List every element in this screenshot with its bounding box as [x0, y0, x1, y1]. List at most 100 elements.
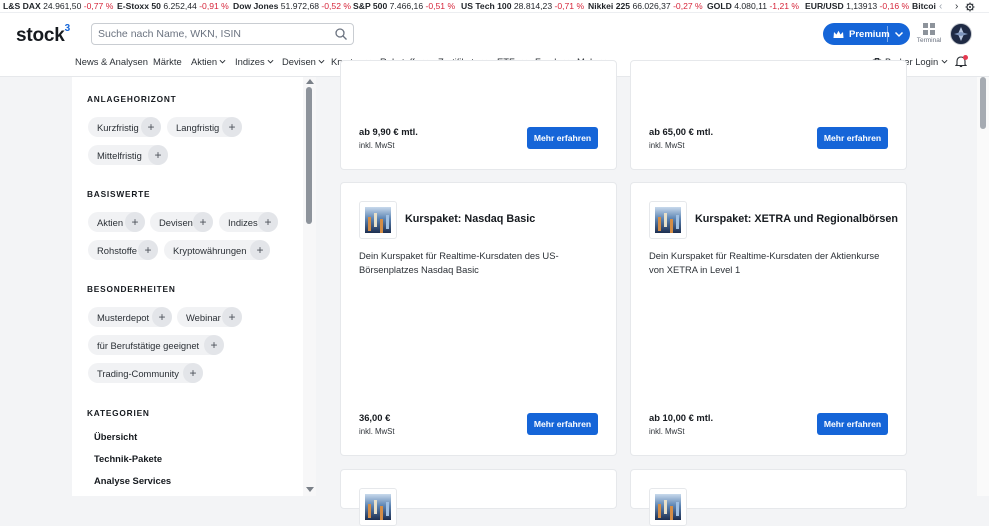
terminal-button[interactable]: Terminal [915, 23, 943, 44]
category-link-uebersicht[interactable]: Übersicht [94, 431, 137, 442]
plus-icon[interactable]: + [141, 117, 161, 137]
mehr-erfahren-button[interactable]: Mehr erfahren [527, 413, 598, 435]
chip-label: Langfristig [176, 121, 220, 133]
product-card-nasdaq: Kurspaket: Nasdaq Basic Dein Kurspaket f… [340, 182, 617, 456]
nav-label: Märkte [153, 56, 182, 67]
card-title[interactable]: Kurspaket: Nasdaq Basic [405, 213, 535, 225]
ticker-change: -0,16 % [879, 1, 910, 11]
plus-icon[interactable]: + [152, 307, 172, 327]
filter-chip-berufstaetige[interactable]: für Berufstätige geeignet + [88, 335, 224, 355]
nav-label: Aktien [191, 56, 218, 67]
ticker-item[interactable]: Nikkei 225 66.026,37 -0,27 % [588, 0, 703, 12]
ticker-value: 1,13913 [846, 1, 878, 11]
plus-icon[interactable]: + [148, 145, 168, 165]
scroll-up-icon[interactable] [306, 79, 314, 84]
filter-chip-musterdepot[interactable]: Musterdepot + [88, 307, 172, 327]
mehr-erfahren-button[interactable]: Mehr erfahren [527, 127, 598, 149]
ticker-item[interactable]: GOLD 4.080,11 -1,21 % [707, 0, 799, 12]
logo[interactable]: stock3 [16, 23, 70, 47]
nav-item-indizes[interactable]: Indizes [235, 56, 274, 67]
section-title-kategorien: KATEGORIEN [87, 408, 150, 418]
sidebar-scrollbar[interactable] [303, 77, 316, 496]
filter-chip-kryptowaehrungen[interactable]: Kryptowährungen + [164, 240, 270, 260]
ticker-name: Nikkei 225 [588, 1, 631, 11]
mehr-erfahren-button[interactable]: Mehr erfahren [817, 127, 888, 149]
avatar[interactable] [950, 23, 972, 45]
chevron-down-icon [219, 59, 226, 64]
chip-label: Kurzfristig [97, 121, 139, 133]
nav-item-devisen[interactable]: Devisen [282, 56, 325, 67]
product-thumbnail [359, 201, 397, 239]
chip-label: Indizes [228, 216, 258, 228]
notification-button[interactable] [954, 55, 968, 68]
product-card-xetra: Kurspaket: XETRA und Regionalbörsen Dein… [630, 182, 907, 456]
chip-label: Trading-Community [97, 367, 179, 379]
ticker-item[interactable]: S&P 500 7.466,16 -0,51 % [353, 0, 455, 12]
scroll-down-icon[interactable] [306, 487, 314, 492]
card-description: Dein Kurspaket für Realtime-Kursdaten de… [359, 250, 559, 275]
chip-label: Rohstoffe [97, 244, 137, 256]
nav-item-aktien[interactable]: Aktien [191, 56, 226, 67]
filter-chip-rohstoffe[interactable]: Rohstoffe + [88, 240, 158, 260]
search-box [91, 23, 354, 45]
section-title-anlagehorizont: ANLAGEHORIZONT [87, 94, 177, 104]
search-input[interactable] [98, 26, 323, 42]
plus-icon[interactable]: + [193, 212, 213, 232]
ticker-item[interactable]: L&S DAX 24.961,50 -0,77 % [3, 0, 113, 12]
card-price: ab 9,90 € mtl. [359, 126, 418, 137]
nav-label: Devisen [282, 56, 316, 67]
chevron-left-icon[interactable]: ‹ [939, 0, 942, 12]
card-price: ab 65,00 € mtl. [649, 126, 714, 137]
ticker-item[interactable]: Dow Jones 51.972,68 -0,52 % [233, 0, 351, 12]
plus-icon[interactable]: + [125, 212, 145, 232]
plus-icon[interactable]: + [138, 240, 158, 260]
premium-button[interactable]: Premium [823, 23, 910, 45]
ticker-item[interactable]: EUR/USD 1,13913 -0,16 % [805, 0, 910, 12]
ticker-value: 6.252,44 [163, 1, 197, 11]
filter-chip-langfristig[interactable]: Langfristig + [167, 117, 242, 137]
mehr-erfahren-button[interactable]: Mehr erfahren [817, 413, 888, 435]
user-avatar-icon [952, 25, 970, 43]
ticker-item[interactable]: US Tech 100 28.814,23 -0,71 % [461, 0, 584, 12]
filter-chip-aktien[interactable]: Aktien + [88, 212, 145, 232]
filter-chip-mittelfristig[interactable]: Mittelfristig + [88, 145, 168, 165]
ticker-value: 51.972,68 [280, 1, 319, 11]
grid-icon [923, 23, 935, 35]
chevron-right-icon[interactable]: › [955, 0, 958, 12]
page-scrollbar[interactable] [977, 77, 989, 496]
ticker-item[interactable]: E-Stoxx 50 6.252,44 -0,91 % [117, 0, 229, 12]
search-icon[interactable] [334, 27, 348, 41]
chip-label: Devisen [159, 216, 193, 228]
chevron-down-icon[interactable] [892, 26, 906, 42]
city-skyline-image [365, 494, 391, 520]
filter-chip-indizes[interactable]: Indizes + [219, 212, 278, 232]
category-link-analyse-services[interactable]: Analyse Services [94, 475, 171, 486]
nav-item-maerkte[interactable]: Märkte [153, 56, 182, 67]
ticker-value: 7.466,16 [389, 1, 424, 11]
gear-icon[interactable] [965, 2, 975, 12]
filter-chip-kurzfristig[interactable]: Kurzfristig + [88, 117, 161, 137]
ticker-item[interactable]: Bitcoi [912, 0, 936, 12]
plus-icon[interactable]: + [222, 117, 242, 137]
plus-icon[interactable]: + [183, 363, 203, 383]
plus-icon[interactable]: + [258, 212, 278, 232]
premium-label: Premium [849, 28, 890, 40]
filter-chip-trading-community[interactable]: Trading-Community + [88, 363, 203, 383]
filter-chip-devisen[interactable]: Devisen + [150, 212, 213, 232]
plus-icon[interactable]: + [204, 335, 224, 355]
section-title-besonderheiten: BESONDERHEITEN [87, 284, 176, 294]
chip-label: für Berufstätige geeignet [97, 339, 200, 351]
category-link-technik-pakete[interactable]: Technik-Pakete [94, 453, 162, 464]
ticker-name: Bitcoi [912, 1, 936, 11]
nav-item-news[interactable]: News & Analysen [75, 56, 148, 67]
ticker-value: 4.080,11 [734, 1, 768, 11]
filter-chip-webinar[interactable]: Webinar + [177, 307, 242, 327]
ticker-change: -0,91 % [199, 1, 229, 11]
scrollbar-thumb[interactable] [980, 77, 986, 129]
card-title[interactable]: Kurspaket: XETRA und Regionalbörsen [695, 213, 898, 225]
nav-label: News & Analysen [75, 56, 148, 67]
notification-dot [963, 55, 968, 60]
plus-icon[interactable]: + [250, 240, 270, 260]
scrollbar-thumb[interactable] [306, 87, 312, 224]
plus-icon[interactable]: + [222, 307, 242, 327]
